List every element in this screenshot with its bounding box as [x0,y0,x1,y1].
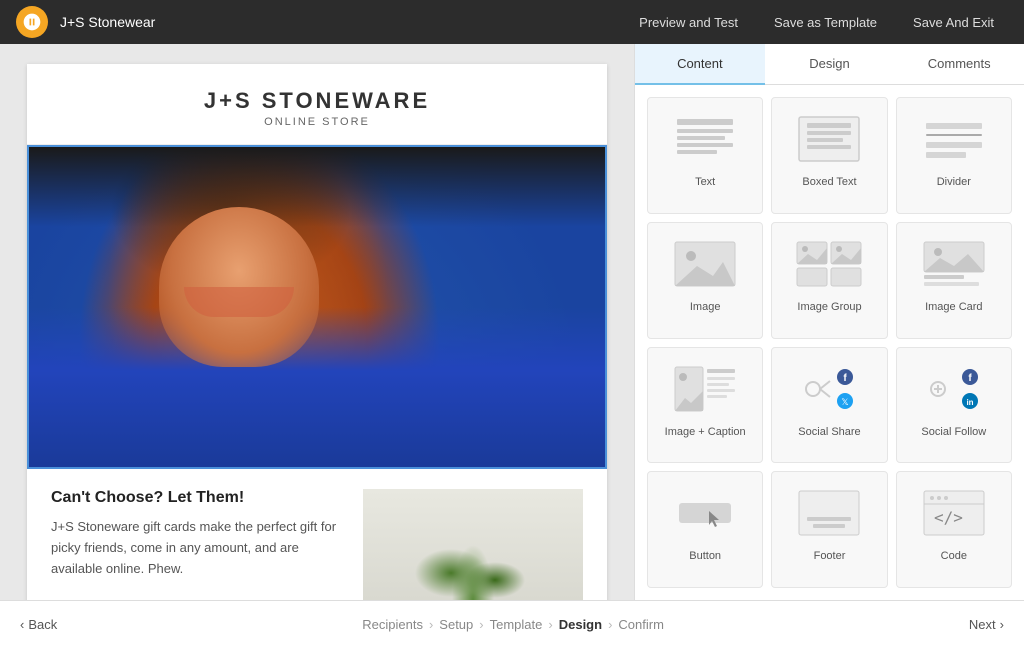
block-social-share-icon: f 𝕏 [789,360,869,418]
block-footer[interactable]: Footer [771,471,887,588]
block-social-follow-icon: f in [914,360,994,418]
block-code[interactable]: </> Code [896,471,1012,588]
block-image-caption[interactable]: Image + Caption [647,347,763,464]
block-button-icon [665,484,745,542]
content-body: J+S Stoneware gift cards make the perfec… [51,517,343,579]
top-nav: J+S Stonewear Preview and Test Save as T… [0,0,1024,44]
main-area: J+S STONEWARE ONLINE STORE ⠿ ✏️ ⧉ 🗑 [0,44,1024,600]
block-boxed-text[interactable]: Boxed Text [771,97,887,214]
block-image-group[interactable]: Image Group [771,222,887,339]
block-social-follow-label: Social Follow [921,426,986,438]
block-social-share[interactable]: f 𝕏 Social Share [771,347,887,464]
breadcrumb-design[interactable]: Design [559,617,602,632]
content-left: Can't Choose? Let Them! J+S Stoneware gi… [51,489,343,579]
hero-image [29,147,605,467]
svg-text:𝕏: 𝕏 [842,397,849,407]
block-image-icon [665,235,745,293]
blocks-grid: Text Boxed Text [635,85,1024,600]
block-button-label: Button [689,550,721,562]
block-image-caption-icon [665,360,745,418]
block-image-group-label: Image Group [797,301,861,313]
block-divider[interactable]: Divider [896,97,1012,214]
breadcrumb: Recipients › Setup › Template › Design ›… [362,617,664,632]
next-label: Next [969,617,996,632]
next-arrow-icon: › [1000,617,1004,632]
block-image-group-icon [789,235,869,293]
block-image-caption-label: Image + Caption [665,426,746,438]
breadcrumb-sep-3: › [548,617,552,632]
block-social-follow[interactable]: f in Social Follow [896,347,1012,464]
top-nav-actions: Preview and Test Save as Template Save A… [625,9,1008,36]
block-image-card-icon [914,235,994,293]
block-code-icon: </> [914,484,994,542]
block-image[interactable]: Image [647,222,763,339]
breadcrumb-sep-1: › [429,617,433,632]
email-brand-name: J+S STONEWARE [47,88,587,114]
block-image-label: Image [690,301,721,313]
save-template-button[interactable]: Save as Template [760,9,891,36]
save-exit-button[interactable]: Save And Exit [899,9,1008,36]
block-divider-label: Divider [937,176,971,188]
tab-design[interactable]: Design [765,44,895,85]
block-text-icon [665,110,745,168]
block-social-share-label: Social Share [798,426,860,438]
content-two-col: Can't Choose? Let Them! J+S Stoneware gi… [51,489,583,600]
email-brand-sub: ONLINE STORE [47,116,587,128]
canvas-area: J+S STONEWARE ONLINE STORE ⠿ ✏️ ⧉ 🗑 [0,44,634,600]
preview-test-button[interactable]: Preview and Test [625,9,752,36]
tab-content[interactable]: Content [635,44,765,85]
bottom-nav: ‹ Back Recipients › Setup › Template › D… [0,600,1024,648]
breadcrumb-template[interactable]: Template [490,617,543,632]
right-panel: Content Design Comments Text [634,44,1024,600]
block-boxed-text-icon [789,110,869,168]
email-content: Can't Choose? Let Them! J+S Stoneware gi… [27,469,607,600]
image-block[interactable]: ⠿ ✏️ ⧉ 🗑 [27,145,607,469]
breadcrumb-recipients[interactable]: Recipients [362,617,423,632]
block-button[interactable]: Button [647,471,763,588]
block-footer-label: Footer [814,550,846,562]
back-arrow-icon: ‹ [20,617,24,632]
breadcrumb-confirm[interactable]: Confirm [618,617,664,632]
mailchimp-logo [16,6,48,38]
block-text-label: Text [695,176,715,188]
block-code-label: Code [941,550,967,562]
back-label: Back [28,617,57,632]
email-canvas: J+S STONEWARE ONLINE STORE ⠿ ✏️ ⧉ 🗑 [27,64,607,600]
block-image-card-label: Image Card [925,301,982,313]
next-button[interactable]: Next › [969,617,1004,632]
content-headline: Can't Choose? Let Them! [51,489,343,507]
brand-name: J+S Stonewear [60,14,155,30]
panel-tabs: Content Design Comments [635,44,1024,85]
breadcrumb-sep-4: › [608,617,612,632]
breadcrumb-sep-2: › [479,617,483,632]
content-right-image [363,489,583,600]
block-text[interactable]: Text [647,97,763,214]
tab-comments[interactable]: Comments [894,44,1024,85]
breadcrumb-setup[interactable]: Setup [439,617,473,632]
block-footer-icon [789,484,869,542]
block-image-card[interactable]: Image Card [896,222,1012,339]
block-boxed-text-label: Boxed Text [802,176,856,188]
svg-text:</>: </> [934,508,963,527]
email-header: J+S STONEWARE ONLINE STORE [27,64,607,145]
svg-text:in: in [966,398,973,407]
plant-image [363,489,583,600]
block-divider-icon [914,110,994,168]
back-button[interactable]: ‹ Back [20,617,57,632]
